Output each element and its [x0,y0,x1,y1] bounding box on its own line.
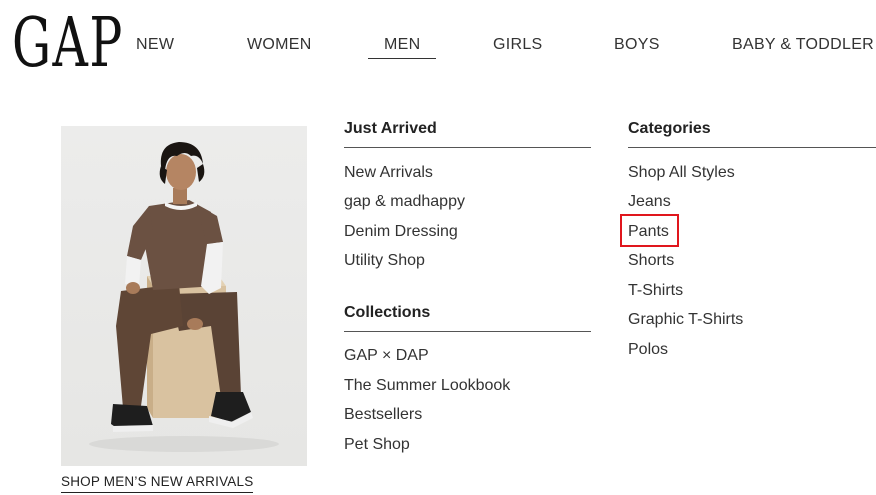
link-bestsellers[interactable]: Bestsellers [344,406,422,424]
link-gap-madhappy[interactable]: gap & madhappy [344,193,465,211]
link-gap-dap[interactable]: GAP × DAP [344,347,429,365]
link-utility-shop[interactable]: Utility Shop [344,252,425,270]
nav-item-women[interactable]: WOMEN [247,36,312,54]
heading-categories: Categories [628,120,711,137]
link-shorts[interactable]: Shorts [628,252,674,270]
shop-mens-new-arrivals-link[interactable]: SHOP MEN’S NEW ARRIVALS [61,474,254,493]
link-shop-all-styles[interactable]: Shop All Styles [628,164,735,182]
divider [344,331,591,332]
column-just-arrived-collections: Just Arrived New Arrivals gap & madhappy… [344,0,591,495]
link-new-arrivals[interactable]: New Arrivals [344,164,433,182]
link-summer-lookbook[interactable]: The Summer Lookbook [344,377,510,395]
divider [344,147,591,148]
link-jeans[interactable]: Jeans [628,193,671,211]
link-polos[interactable]: Polos [628,341,668,359]
link-denim-dressing[interactable]: Denim Dressing [344,223,458,241]
hero-image[interactable] [61,126,307,466]
link-graphic-t-shirts[interactable]: Graphic T-Shirts [628,311,743,329]
nav-item-new[interactable]: NEW [136,36,174,54]
mega-menu-page: GAP NEW WOMEN MEN GIRLS BOYS BABY & TODD… [0,0,876,495]
link-pet-shop[interactable]: Pet Shop [344,436,410,454]
divider [628,147,876,148]
heading-just-arrived: Just Arrived [344,120,437,137]
highlight-box [620,214,679,247]
heading-collections: Collections [344,304,431,321]
model-illustration [89,142,279,452]
column-categories: Categories Shop All Styles Jeans Pants S… [628,0,876,495]
link-t-shirts[interactable]: T-Shirts [628,282,683,300]
